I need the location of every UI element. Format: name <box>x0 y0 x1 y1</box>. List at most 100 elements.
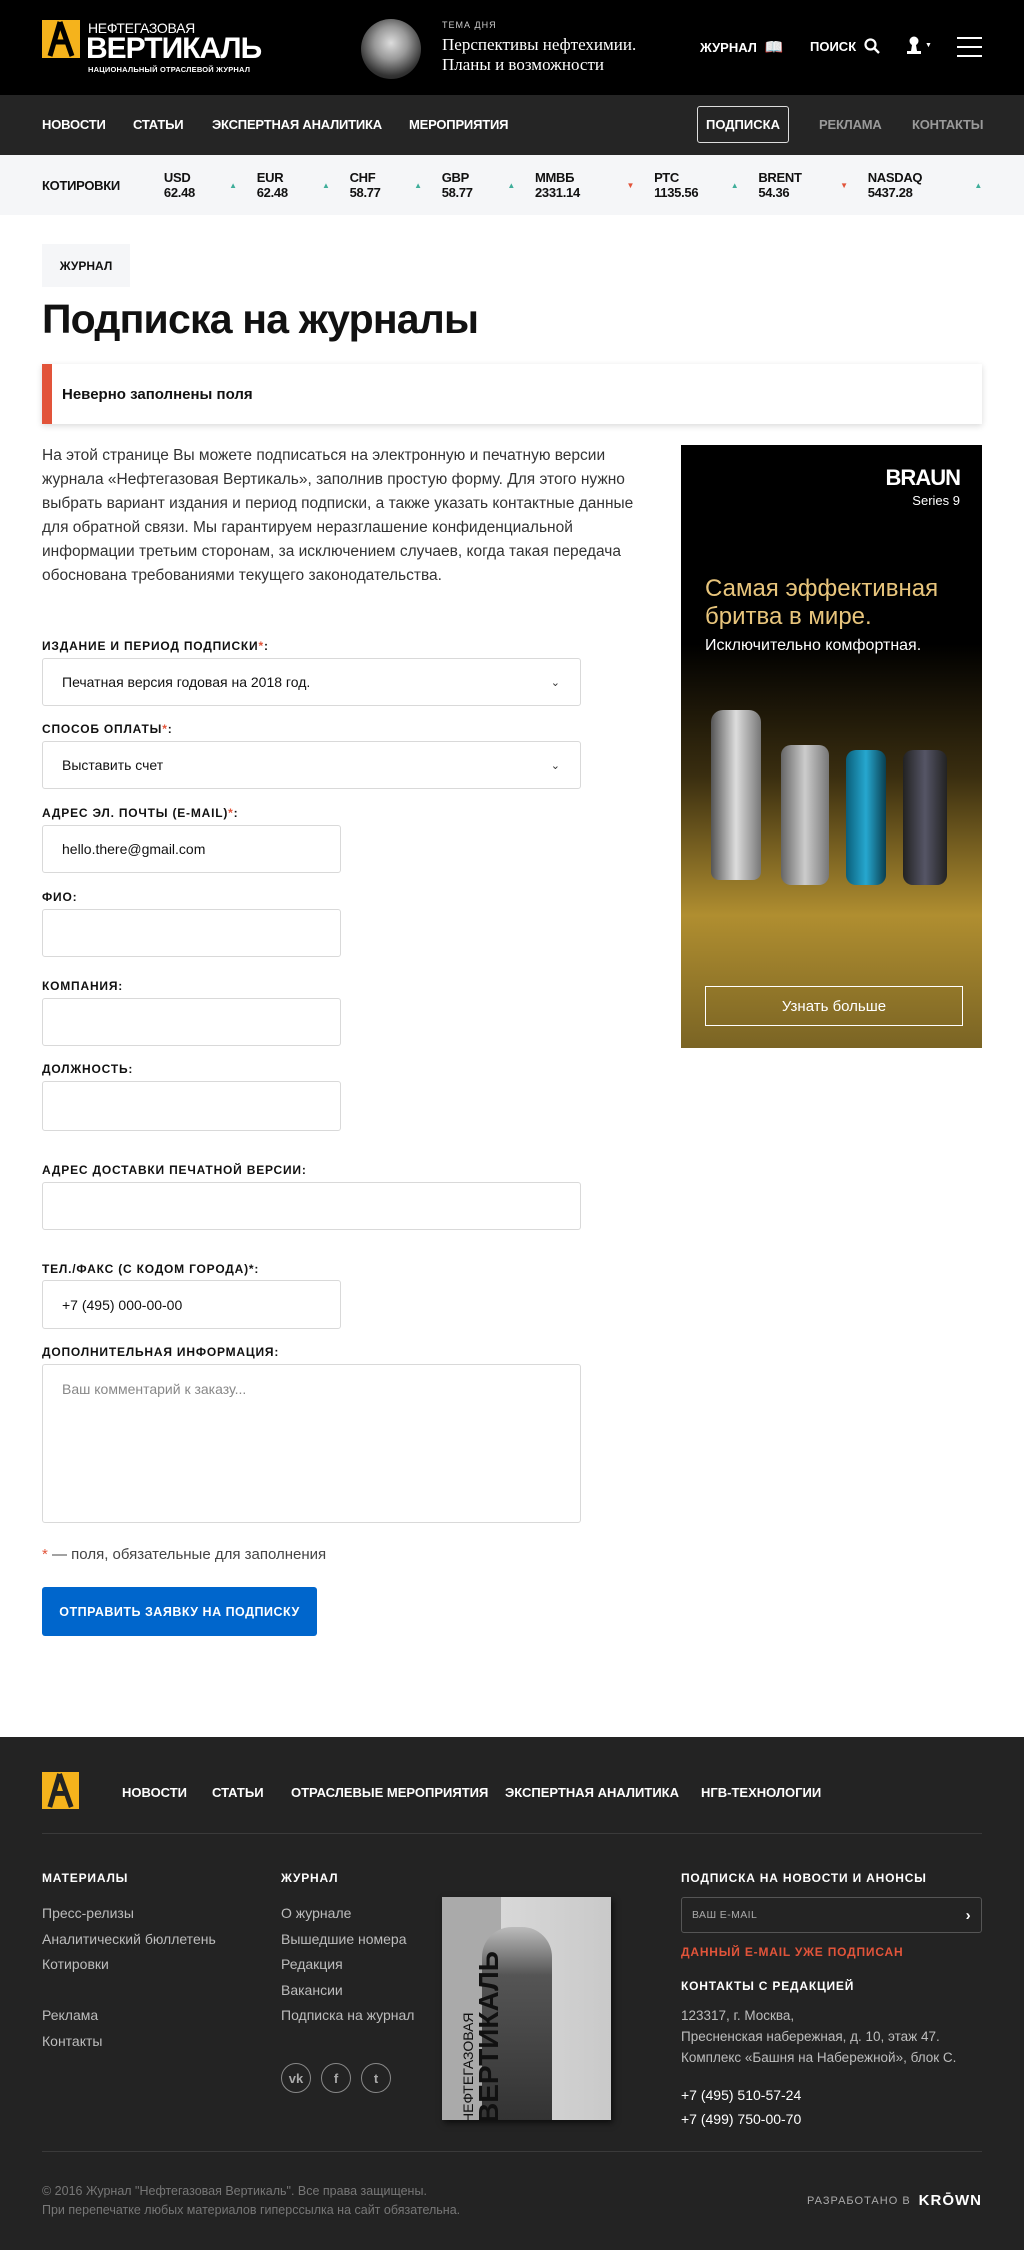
user-menu-button[interactable]: ▼ <box>906 36 932 54</box>
footer-logo-icon[interactable] <box>42 1772 79 1809</box>
nav-news[interactable]: НОВОСТИ <box>42 117 106 132</box>
search-label: ПОИСК <box>810 38 857 54</box>
footer-nav-tech[interactable]: НГВ-ТЕХНОЛОГИИ <box>701 1785 821 1800</box>
quote-value: NASDAQ 5437.28 <box>867 170 923 200</box>
newsletter-email-input[interactable]: ВАШ E-MAIL › <box>681 1897 982 1933</box>
quotes-bar: КОТИРОВКИ USD 62.48 ▲ EUR 62.48 ▲ CHF 58.77 ▲… <box>0 155 1024 215</box>
caret-down-icon: ▼ <box>925 41 932 49</box>
arrow-up-icon: ▲ <box>321 180 330 190</box>
footer-nav-analytics[interactable]: ЭКСПЕРТНАЯ АНАЛИТИКА <box>505 1785 679 1800</box>
name-label: ФИО: <box>42 890 78 904</box>
quote-item[interactable]: GBP 58.77 ▲ <box>441 170 516 200</box>
newsletter-heading: ПОДПИСКА НА НОВОСТИ И АНОНСЫ <box>681 1871 927 1885</box>
quote-value: ММВБ 2331.14 <box>535 170 580 200</box>
email-field-value: hello.there@gmail.com <box>62 841 206 857</box>
logo[interactable]: НЕФТЕГАЗОВАЯ ВЕРТИКАЛЬ НАЦИОНАЛЬНЫЙ ОТРА… <box>42 20 264 76</box>
phone-field[interactable]: +7 (495) 000-00-00 <box>42 1280 341 1329</box>
edition-select[interactable]: Печатная версия годовая на 2018 год. ⌄ <box>42 658 581 706</box>
cover-title: НЕФТЕГАЗОВАЯ ВЕРТИКАЛЬ <box>460 1951 504 2120</box>
journal-link[interactable]: ЖУРНАЛ 📖 <box>700 38 784 56</box>
chevron-right-icon[interactable]: › <box>966 1907 971 1924</box>
materials-link[interactable]: Реклама <box>42 2007 98 2023</box>
quote-item[interactable]: NASDAQ 5437.28 ▲ <box>867 170 983 200</box>
ad-cta-button[interactable]: Узнать больше <box>705 986 963 1026</box>
twitter-icon[interactable]: t <box>361 2063 391 2093</box>
shaver-image <box>846 750 886 885</box>
phone-link[interactable]: +7 (495) 510-57-24 <box>681 2087 801 2103</box>
info-textarea[interactable]: Ваш комментарий к заказу... <box>42 1364 581 1523</box>
company-field[interactable] <box>42 998 341 1046</box>
footer-nav-events[interactable]: ОТРАСЛЕВЫЕ МЕРОПРИЯТИЯ <box>291 1785 488 1800</box>
position-field[interactable] <box>42 1081 341 1131</box>
quote-item[interactable]: EUR 62.48 ▲ <box>257 170 330 200</box>
nav-ads[interactable]: РЕКЛАМА <box>819 117 882 132</box>
intro-text: На этой странице Вы можете подписаться н… <box>42 447 634 584</box>
materials-link[interactable]: Контакты <box>42 2033 102 2049</box>
facebook-icon[interactable]: f <box>321 2063 351 2093</box>
chevron-down-icon: ⌄ <box>550 676 560 689</box>
nav-analytics[interactable]: ЭКСПЕРТНАЯ АНАЛИТИКА <box>212 117 382 132</box>
quote-item[interactable]: BRENT 54.36 ▼ <box>758 170 848 200</box>
book-icon: 📖 <box>764 39 784 56</box>
vk-icon[interactable]: vk <box>281 2063 311 2093</box>
topic-title-line2[interactable]: Планы и возможности <box>442 55 604 75</box>
hamburger-menu-icon[interactable] <box>957 37 982 57</box>
phone-label: ТЕЛ./ФАКС (С КОДОМ ГОРОДА)*: <box>42 1262 260 1276</box>
braun-ad-banner[interactable]: BRAUN Series 9 Самая эффективная бритва … <box>681 445 982 1048</box>
email-field[interactable]: hello.there@gmail.com <box>42 825 341 873</box>
quote-item[interactable]: USD 62.48 ▲ <box>164 170 237 200</box>
breadcrumb[interactable]: ЖУРНАЛ <box>42 244 130 287</box>
journal-link[interactable]: Редакция <box>281 1956 343 1972</box>
journal-heading: ЖУРНАЛ <box>281 1871 339 1885</box>
materials-heading: МАТЕРИАЛЫ <box>42 1871 129 1885</box>
ad-headline-2: бритва в мире. <box>705 603 872 630</box>
quote-item[interactable]: ММВБ 2331.14 ▼ <box>535 170 634 200</box>
topic-avatar[interactable] <box>361 19 421 79</box>
journal-link[interactable]: Вышедшие номера <box>281 1931 407 1947</box>
newsletter-placeholder: ВАШ E-MAIL <box>692 1909 758 1921</box>
materials-link[interactable]: Аналитический бюллетень <box>42 1931 216 1947</box>
site-header: НЕФТЕГАЗОВАЯ ВЕРТИКАЛЬ НАЦИОНАЛЬНЫЙ ОТРА… <box>0 0 1024 95</box>
shaver-image <box>781 745 829 885</box>
search-button[interactable]: ПОИСК <box>810 38 880 54</box>
journal-cover-image[interactable]: НЕФТЕГАЗОВАЯ ВЕРТИКАЛЬ <box>442 1897 611 2120</box>
quotes-label[interactable]: КОТИРОВКИ <box>42 178 120 193</box>
ad-subtitle: Исключительно комфортная. <box>705 637 922 654</box>
footer-nav-news[interactable]: НОВОСТИ <box>122 1785 187 1800</box>
topic-title-line1[interactable]: Перспективы нефтехимии. <box>442 35 636 55</box>
journal-link[interactable]: Подписка на журнал <box>281 2007 414 2023</box>
journal-link[interactable]: О журнале <box>281 1905 351 1921</box>
nav-events[interactable]: МЕРОПРИЯТИЯ <box>409 117 508 132</box>
address-field[interactable] <box>42 1182 581 1230</box>
address-line: 123317, г. Москва, <box>681 2008 795 2023</box>
copyright-text: © 2016 Журнал "Нефтегазовая Вертикаль". … <box>42 2184 427 2198</box>
submit-button[interactable]: ОТПРАВИТЬ ЗАЯВКУ НА ПОДПИСКУ <box>42 1587 317 1636</box>
materials-link[interactable]: Котировки <box>42 1956 109 1972</box>
quote-value: GBP 58.77 <box>441 170 473 200</box>
arrow-up-icon: ▲ <box>730 180 739 190</box>
name-field[interactable] <box>42 909 341 957</box>
nav-subscribe-button[interactable]: ПОДПИСКА <box>697 106 789 143</box>
payment-select-value: Выставить счет <box>62 757 164 773</box>
journal-link[interactable]: Вакансии <box>281 1982 343 1998</box>
email-label: АДРЕС ЭЛ. ПОЧТЫ (E-MAIL)*: <box>42 806 239 820</box>
krown-logo: KRŌWN <box>918 2192 982 2209</box>
phone-link[interactable]: +7 (499) 750-00-70 <box>681 2111 801 2127</box>
developer-credit[interactable]: РАЗРАБОТАНО В KRŌWN <box>807 2192 982 2209</box>
error-alert: Неверно заполнены поля <box>42 364 982 424</box>
logo-sub-text: НАЦИОНАЛЬНЫЙ ОТРАСЛЕВОЙ ЖУРНАЛ <box>88 65 251 74</box>
quote-value: EUR 62.48 <box>256 170 288 200</box>
page-title: Подписка на журналы <box>42 296 479 342</box>
nav-articles[interactable]: СТАТЬИ <box>133 117 184 132</box>
quote-item[interactable]: CHF 58.77 ▲ <box>350 170 422 200</box>
quote-item[interactable]: РТС 1135.56 ▲ <box>654 170 739 200</box>
company-label: КОМПАНИЯ: <box>42 979 124 993</box>
nav-contacts[interactable]: КОНТАКТЫ <box>912 117 983 132</box>
footer-nav-articles[interactable]: СТАТЬИ <box>212 1785 264 1800</box>
materials-link[interactable]: Пресс-релизы <box>42 1905 134 1921</box>
arrow-down-icon: ▼ <box>626 180 635 190</box>
ad-series: Series 9 <box>912 493 960 508</box>
quote-value: USD 62.48 <box>163 170 195 200</box>
payment-select[interactable]: Выставить счет ⌄ <box>42 741 581 789</box>
address-line: Пресненская набережная, д. 10, этаж 47. <box>681 2029 940 2044</box>
